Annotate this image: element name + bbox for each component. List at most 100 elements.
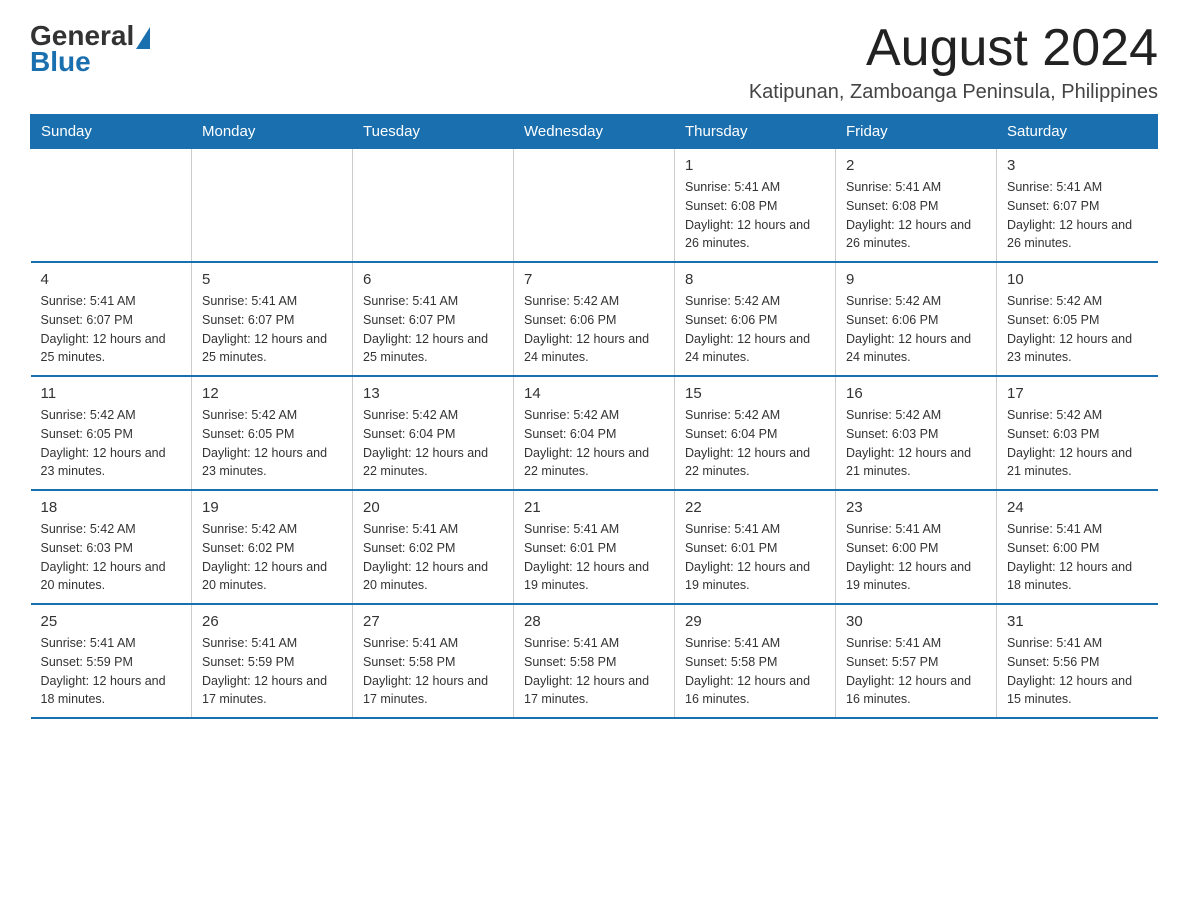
day-info: Sunrise: 5:42 AM Sunset: 6:06 PM Dayligh… [846, 292, 986, 367]
day-number: 14 [524, 385, 664, 402]
calendar-cell: 27Sunrise: 5:41 AM Sunset: 5:58 PM Dayli… [353, 604, 514, 718]
day-number: 28 [524, 613, 664, 630]
calendar-cell: 21Sunrise: 5:41 AM Sunset: 6:01 PM Dayli… [514, 490, 675, 604]
day-info: Sunrise: 5:41 AM Sunset: 6:07 PM Dayligh… [202, 292, 342, 367]
day-info: Sunrise: 5:42 AM Sunset: 6:05 PM Dayligh… [1007, 292, 1148, 367]
day-number: 21 [524, 499, 664, 516]
calendar-cell: 17 Sunrise: 5:42 AM Sunset: 6:03 PM Dayli… [997, 376, 1158, 490]
weekday-header-monday: Monday [192, 115, 353, 149]
calendar-cell: 3Sunrise: 5:41 AM Sunset: 6:07 PM Daylig… [997, 149, 1158, 263]
day-number: 30 [846, 613, 986, 630]
logo-blue-text: Blue [30, 46, 91, 78]
day-info: Sunrise: 5:42 AM Sunset: 6:06 PM Dayligh… [685, 292, 825, 367]
calendar-cell: 6 Sunrise: 5:41 AM Sunset: 6:07 PM Daylig… [353, 262, 514, 376]
day-number: 9 [846, 271, 986, 288]
calendar-cell: 2Sunrise: 5:41 AM Sunset: 6:08 PM Daylig… [836, 149, 997, 263]
day-number: 31 [1007, 613, 1148, 630]
day-number: 3 [1007, 157, 1148, 174]
calendar-header: SundayMondayTuesdayWednesdayThursdayFrid… [31, 115, 1158, 149]
day-info: Sunrise: 5:42 AM Sunset: 6:03 PM Dayligh… [1007, 406, 1148, 481]
weekday-header-friday: Friday [836, 115, 997, 149]
calendar-body: 1 Sunrise: 5:41 AM Sunset: 6:08 PM Daylig… [31, 149, 1158, 719]
day-number: 18 [41, 499, 182, 516]
calendar-cell: 30 Sunrise: 5:41 AM Sunset: 5:57 PM Dayli… [836, 604, 997, 718]
calendar-cell: 1Sunrise: 5:41 AM Sunset: 6:08 PM Daylig… [675, 149, 836, 263]
calendar-cell: 24 Sunrise: 5:41 AM Sunset: 6:00 PM Dayli… [997, 490, 1158, 604]
day-info: Sunrise: 5:42 AM Sunset: 6:04 PM Dayligh… [685, 406, 825, 481]
calendar-cell: 5 Sunrise: 5:41 AM Sunset: 6:07 PM Daylig… [192, 262, 353, 376]
calendar-cell: 10 Sunrise: 5:42 AM Sunset: 6:05 PM Dayli… [997, 262, 1158, 376]
calendar-cell [192, 149, 353, 263]
day-number: 19 [202, 499, 342, 516]
calendar-cell: 16 Sunrise: 5:42 AM Sunset: 6:03 PM Dayli… [836, 376, 997, 490]
day-info: Sunrise: 5:41 AM Sunset: 5:56 PM Dayligh… [1007, 634, 1148, 709]
month-title: August 2024 [749, 20, 1158, 77]
day-number: 25 [41, 613, 182, 630]
calendar-cell: 14 Sunrise: 5:42 AM Sunset: 6:04 PM Dayli… [514, 376, 675, 490]
calendar-week-row: 25 Sunrise: 5:41 AM Sunset: 5:59 PM Dayli… [31, 604, 1158, 718]
header-area: General Blue August 2024 Katipunan, Zamb… [30, 20, 1158, 104]
calendar-cell: 18 Sunrise: 5:42 AM Sunset: 6:03 PM Dayli… [31, 490, 192, 604]
calendar-cell: 26Sunrise: 5:41 AM Sunset: 5:59 PM Dayli… [192, 604, 353, 718]
day-info: Sunrise: 5:41 AM Sunset: 6:00 PM Dayligh… [846, 520, 986, 595]
day-info: Sunrise: 5:42 AM Sunset: 6:05 PM Dayligh… [41, 406, 182, 481]
calendar-cell: 4 Sunrise: 5:41 AM Sunset: 6:07 PM Daylig… [31, 262, 192, 376]
calendar-cell: 13 Sunrise: 5:42 AM Sunset: 6:04 PM Dayli… [353, 376, 514, 490]
day-number: 16 [846, 385, 986, 402]
weekday-header-thursday: Thursday [675, 115, 836, 149]
day-info: Sunrise: 5:41 AM Sunset: 5:58 PM Dayligh… [685, 634, 825, 709]
weekday-header-wednesday: Wednesday [514, 115, 675, 149]
day-info: Sunrise: 5:41 AM Sunset: 6:07 PM Dayligh… [41, 292, 182, 367]
calendar-cell: 23Sunrise: 5:41 AM Sunset: 6:00 PM Dayli… [836, 490, 997, 604]
calendar-cell [353, 149, 514, 263]
day-number: 12 [202, 385, 342, 402]
weekday-header-row: SundayMondayTuesdayWednesdayThursdayFrid… [31, 115, 1158, 149]
logo: General Blue [30, 20, 150, 78]
calendar-cell: 11Sunrise: 5:42 AM Sunset: 6:05 PM Dayli… [31, 376, 192, 490]
calendar-table: SundayMondayTuesdayWednesdayThursdayFrid… [30, 114, 1158, 719]
day-number: 29 [685, 613, 825, 630]
weekday-header-saturday: Saturday [997, 115, 1158, 149]
day-number: 10 [1007, 271, 1148, 288]
day-info: Sunrise: 5:41 AM Sunset: 6:07 PM Dayligh… [363, 292, 503, 367]
logo-triangle-icon [136, 27, 150, 49]
calendar-cell: 15 Sunrise: 5:42 AM Sunset: 6:04 PM Dayli… [675, 376, 836, 490]
day-number: 24 [1007, 499, 1148, 516]
day-info: Sunrise: 5:42 AM Sunset: 6:04 PM Dayligh… [363, 406, 503, 481]
title-block: August 2024 Katipunan, Zamboanga Peninsu… [749, 20, 1158, 104]
day-info: Sunrise: 5:42 AM Sunset: 6:04 PM Dayligh… [524, 406, 664, 481]
calendar-cell: 9 Sunrise: 5:42 AM Sunset: 6:06 PM Daylig… [836, 262, 997, 376]
day-info: Sunrise: 5:41 AM Sunset: 5:59 PM Dayligh… [202, 634, 342, 709]
calendar-cell: 28Sunrise: 5:41 AM Sunset: 5:58 PM Dayli… [514, 604, 675, 718]
day-number: 1 [685, 157, 825, 174]
day-info: Sunrise: 5:42 AM Sunset: 6:03 PM Dayligh… [846, 406, 986, 481]
calendar-cell: 22 Sunrise: 5:41 AM Sunset: 6:01 PM Dayli… [675, 490, 836, 604]
day-number: 4 [41, 271, 182, 288]
day-number: 13 [363, 385, 503, 402]
calendar-cell: 19 Sunrise: 5:42 AM Sunset: 6:02 PM Dayli… [192, 490, 353, 604]
day-info: Sunrise: 5:42 AM Sunset: 6:02 PM Dayligh… [202, 520, 342, 595]
day-number: 22 [685, 499, 825, 516]
calendar-cell: 7Sunrise: 5:42 AM Sunset: 6:06 PM Daylig… [514, 262, 675, 376]
day-info: Sunrise: 5:41 AM Sunset: 6:00 PM Dayligh… [1007, 520, 1148, 595]
calendar-week-row: 1 Sunrise: 5:41 AM Sunset: 6:08 PM Daylig… [31, 149, 1158, 263]
day-number: 5 [202, 271, 342, 288]
day-number: 17 [1007, 385, 1148, 402]
day-info: Sunrise: 5:42 AM Sunset: 6:03 PM Dayligh… [41, 520, 182, 595]
day-info: Sunrise: 5:41 AM Sunset: 6:01 PM Dayligh… [685, 520, 825, 595]
day-number: 15 [685, 385, 825, 402]
day-number: 8 [685, 271, 825, 288]
location-subtitle: Katipunan, Zamboanga Peninsula, Philippi… [749, 81, 1158, 104]
day-number: 27 [363, 613, 503, 630]
day-number: 7 [524, 271, 664, 288]
calendar-cell: 12Sunrise: 5:42 AM Sunset: 6:05 PM Dayli… [192, 376, 353, 490]
calendar-week-row: 18 Sunrise: 5:42 AM Sunset: 6:03 PM Dayli… [31, 490, 1158, 604]
day-info: Sunrise: 5:41 AM Sunset: 6:08 PM Dayligh… [846, 178, 986, 253]
day-number: 6 [363, 271, 503, 288]
weekday-header-tuesday: Tuesday [353, 115, 514, 149]
day-info: Sunrise: 5:41 AM Sunset: 6:02 PM Dayligh… [363, 520, 503, 595]
calendar-cell: 20 Sunrise: 5:41 AM Sunset: 6:02 PM Dayli… [353, 490, 514, 604]
day-info: Sunrise: 5:41 AM Sunset: 5:57 PM Dayligh… [846, 634, 986, 709]
calendar-cell: 8 Sunrise: 5:42 AM Sunset: 6:06 PM Daylig… [675, 262, 836, 376]
day-number: 20 [363, 499, 503, 516]
